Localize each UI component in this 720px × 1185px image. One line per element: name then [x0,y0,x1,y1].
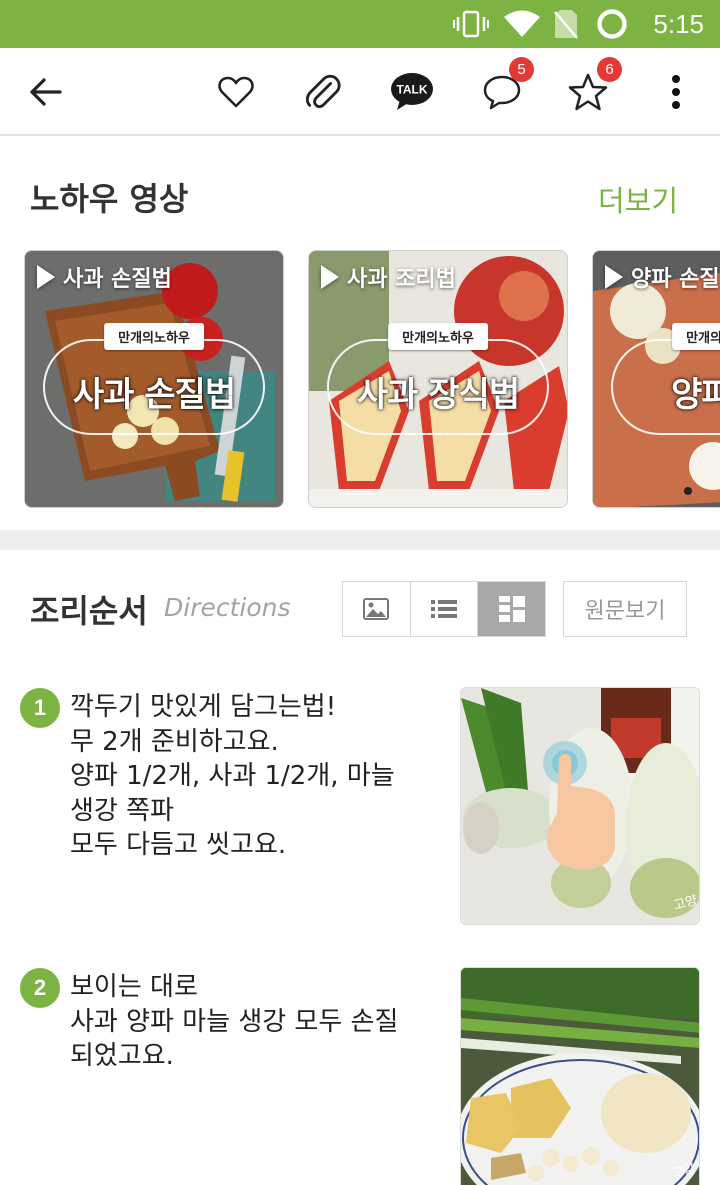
step-line: 보이는 대로 [70,972,198,1002]
status-bar: 5:15 [0,0,720,48]
play-icon [37,265,55,289]
arrow-left-icon [30,78,62,106]
step-line: 양파 1/2개, 사과 1/2개, 마늘 [70,761,395,791]
video-card[interactable]: 만개의노하우 양파 손질 양파 손 [592,250,720,508]
step-line: 되었고요. [70,1041,174,1071]
more-link[interactable]: 더보기 [598,178,678,220]
video-card[interactable]: 만개의노하우 사과 손질법 사과 손질법 [24,250,284,508]
image-view-button[interactable] [343,582,411,636]
attach-button[interactable] [298,48,350,136]
directions-title: 조리순서 [30,592,148,630]
play-icon [321,265,339,289]
video-title: 양파 손 [671,375,720,415]
step-image[interactable]: 고양 [460,967,700,1185]
more-vertical-icon [672,75,680,109]
play-icon [605,265,623,289]
step-number: 1 [20,688,60,728]
like-button[interactable] [210,48,262,136]
step-line: 깍두기 맛있게 담그는법! [70,692,337,722]
step-text: 깍두기 맛있게 담그는법! 무 2개 준비하고요. 양파 1/2개, 사과 1/… [70,690,445,863]
kakaotalk-share-button[interactable]: TALK [385,48,439,136]
video-card[interactable]: 만개의노하우 사과 조리법 사과 장식법 [308,250,568,508]
wifi-icon [500,0,544,48]
comment-count-badge: 5 [509,57,534,82]
more-button[interactable] [656,48,696,136]
step-line: 생강 쪽파 [70,795,174,826]
step-photo: 고양 [461,688,699,924]
step-line: 사과 양파 마늘 생강 모두 손질 [70,1006,399,1037]
step-line: 모두 다듬고 씻고요. [70,830,287,860]
image-view-icon [363,598,390,620]
video-label: 사과 조리법 [321,261,456,293]
kakaotalk-icon: TALK [391,73,433,110]
no-sim-icon [550,0,582,48]
svg-text:TALK: TALK [396,83,427,97]
star-count-badge: 6 [597,57,622,82]
step-image[interactable]: 고양 [460,687,700,925]
step-text: 보이는 대로 사과 양파 마늘 생강 모두 손질 되었고요. [70,970,445,1074]
view-mode-toggle [342,581,546,637]
list-view-button[interactable] [411,582,479,636]
knowhow-title: 노하우 영상 [30,180,189,218]
directions-subtitle: Directions [164,593,291,622]
brand-badge: 만개의노하우 [672,323,720,350]
grid-view-button[interactable] [478,582,546,636]
step-photo: 고양 [461,968,699,1185]
toolbar: TALK 5 6 [0,48,720,136]
brand-badge: 만개의노하우 [104,323,204,350]
video-label: 양파 손질 [605,261,720,293]
battery-ring-icon [594,0,630,48]
grid-view-icon [498,596,525,622]
brand-badge: 만개의노하우 [388,323,488,350]
heart-outline-icon [218,76,254,108]
vibrate-icon [452,0,490,48]
view-original-button[interactable]: 원문보기 [563,581,687,637]
back-button[interactable] [18,48,72,136]
video-label: 사과 손질법 [37,261,172,293]
list-view-icon [431,600,457,618]
video-title: 사과 손질법 [72,375,236,415]
bookmark-button[interactable]: 6 [561,48,622,136]
paperclip-icon [305,74,341,109]
knowhow-video-carousel[interactable]: 만개의노하우 사과 손질법 사과 손질법 만개의노하우 사과 조리법 사과 장식… [0,248,720,510]
step-line: 무 2개 준비하고요. [70,726,279,757]
section-divider [0,530,720,550]
status-time: 5:15 [653,9,704,39]
comments-button[interactable]: 5 [475,48,534,136]
video-title: 사과 장식법 [356,375,520,415]
step-number: 2 [20,968,60,1008]
